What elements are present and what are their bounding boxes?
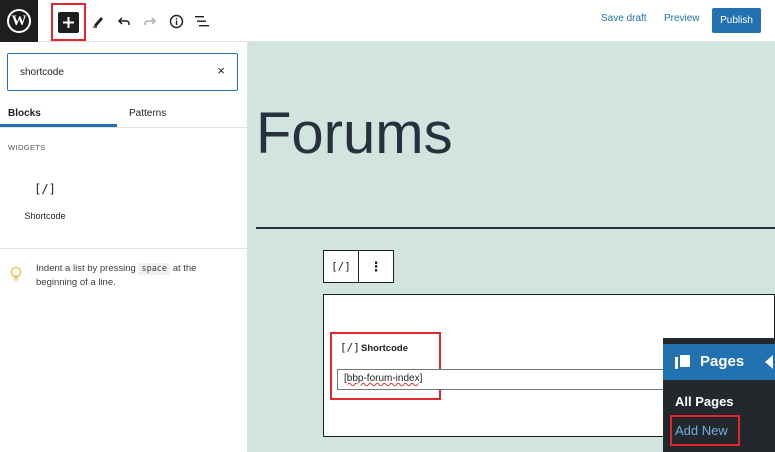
active-tab-indicator	[0, 124, 117, 127]
shortcode-input-value: [bbp-forum-index]	[344, 373, 423, 384]
block-type-button[interactable]: [/]	[324, 251, 359, 282]
tab-patterns[interactable]: Patterns	[129, 108, 166, 119]
block-search-input[interactable]: shortcode ×	[7, 53, 238, 91]
block-inserter-panel: shortcode × Blocks Patterns WIDGETS [/] …	[0, 42, 248, 452]
shortcode-block-icon: [/]	[340, 341, 360, 354]
add-block-highlight	[51, 3, 86, 41]
tools-button[interactable]	[88, 11, 108, 31]
publish-button[interactable]: Publish	[712, 8, 761, 33]
list-view-icon	[194, 15, 209, 26]
inserter-tabs: Blocks Patterns	[0, 100, 247, 128]
clear-search-icon[interactable]: ×	[217, 63, 225, 78]
plus-icon	[63, 17, 74, 28]
lightbulb-icon	[10, 266, 22, 281]
block-item-label: Shortcode	[24, 211, 66, 221]
tip-text: Indent a list by pressing space at the b…	[36, 263, 197, 288]
details-button[interactable]	[166, 11, 186, 31]
add-block-button[interactable]	[58, 12, 79, 33]
preview-button[interactable]: Preview	[664, 13, 700, 24]
shortcode-icon: [/]	[34, 182, 56, 196]
redo-button[interactable]	[140, 11, 160, 31]
shortcode-block-item[interactable]: [/] Shortcode	[14, 174, 76, 232]
current-menu-arrow-icon	[765, 355, 773, 369]
pencil-icon	[93, 17, 103, 28]
admin-menu-pages[interactable]: Pages	[663, 344, 775, 380]
admin-menu-overlay: Pages All Pages Add New	[663, 338, 775, 452]
undo-icon	[117, 17, 130, 25]
inserter-tip: Indent a list by pressing space at the b…	[0, 248, 247, 308]
add-new-link[interactable]: Add New	[675, 423, 728, 438]
pages-icon	[675, 355, 690, 369]
editor-header: W Save draft Preview Publish	[0, 0, 775, 42]
shortcode-block-title: Shortcode	[361, 343, 408, 354]
block-toolbar: [/] ⋮	[323, 250, 394, 283]
redo-icon	[144, 17, 157, 25]
info-icon	[169, 14, 183, 28]
search-input-value: shortcode	[20, 67, 64, 78]
all-pages-link[interactable]: All Pages	[675, 394, 734, 409]
tab-blocks[interactable]: Blocks	[8, 108, 41, 119]
more-options-icon[interactable]: ⋮	[359, 251, 393, 282]
save-draft-button[interactable]: Save draft	[601, 13, 647, 24]
wordpress-logo-icon: W	[7, 9, 31, 33]
keyboard-key: space	[138, 263, 171, 275]
page-title[interactable]: Forums	[256, 100, 453, 167]
wordpress-logo-button[interactable]: W	[0, 0, 38, 42]
title-separator	[256, 227, 775, 229]
block-category-title: WIDGETS	[8, 143, 46, 152]
undo-button[interactable]	[114, 11, 134, 31]
pages-menu-label: Pages	[700, 353, 745, 370]
list-view-button[interactable]	[192, 11, 212, 31]
